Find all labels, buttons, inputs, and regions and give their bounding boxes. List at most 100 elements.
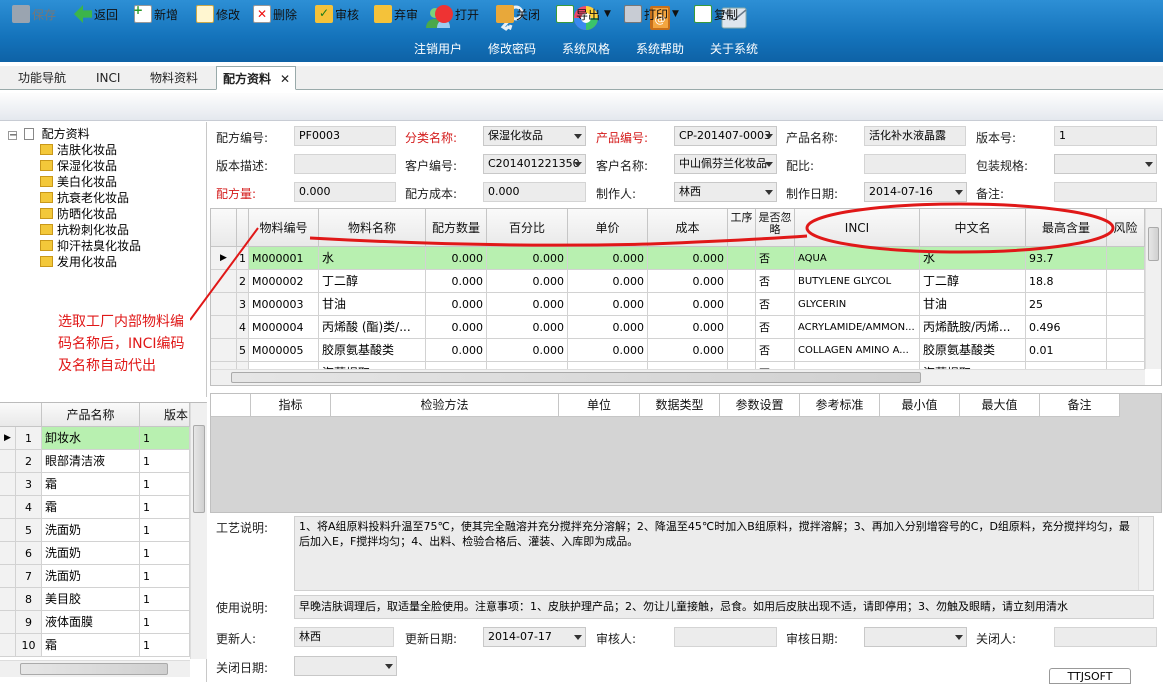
material-qty-cell[interactable]: 0.000 <box>426 247 487 270</box>
spec-dropdown-icon[interactable] <box>1145 162 1153 167</box>
inspection-header-4[interactable]: 数据类型 <box>640 394 720 417</box>
product-row[interactable]: 2 眼部清洁液 1 <box>0 450 190 473</box>
product-list-hscroll-thumb[interactable] <box>20 663 168 675</box>
material-max-cell[interactable]: 25 <box>1026 293 1107 316</box>
product-row[interactable]: 8 美目胶 1 <box>0 588 190 611</box>
product-name-cell[interactable]: 眼部清洁液 <box>42 450 140 473</box>
product-version-header[interactable]: 版本 <box>140 403 190 427</box>
product-name-cell[interactable]: 洗面奶 <box>42 519 140 542</box>
remark-field[interactable] <box>1054 182 1157 202</box>
audit-button[interactable]: ✓ 审核 <box>315 3 359 25</box>
tree-item[interactable]: 洁肤化妆品 <box>40 142 117 158</box>
customer-name-select[interactable]: 中山佩芬兰化妆品 <box>674 154 777 174</box>
customer-no-select[interactable]: C201401221350 <box>483 154 586 174</box>
material-inci-cell[interactable]: ACRYLAMIDE/AMMON... <box>795 316 920 339</box>
audit-date-dropdown-icon[interactable] <box>955 635 963 640</box>
updater-field[interactable]: 林西 <box>294 627 394 647</box>
category-dropdown-icon[interactable] <box>574 134 582 139</box>
maker-dropdown-icon[interactable] <box>765 190 773 195</box>
spec-select[interactable] <box>1054 154 1157 174</box>
product-version-cell[interactable]: 1 <box>140 634 190 657</box>
closer-field[interactable] <box>1054 627 1157 647</box>
material-proc-cell[interactable] <box>728 316 756 339</box>
material-price-cell[interactable]: 0.000 <box>568 270 648 293</box>
category-select[interactable]: 保湿化妆品 <box>483 126 586 146</box>
material-code-cell[interactable]: M000001 <box>249 247 319 270</box>
auditor-field[interactable] <box>674 627 777 647</box>
material-cn-cell[interactable]: 甘油 <box>920 293 1026 316</box>
tab-inci[interactable]: INCI <box>96 66 120 90</box>
close-date-dropdown-icon[interactable] <box>385 664 393 669</box>
audit-date-picker[interactable] <box>864 627 967 647</box>
material-proc-cell[interactable] <box>728 270 756 293</box>
product-name-field[interactable]: 活化补水液晶露 <box>864 126 966 146</box>
product-name-cell[interactable]: 液体面膜 <box>42 611 140 634</box>
material-grid-vscroll[interactable] <box>1145 209 1161 369</box>
product-version-cell[interactable]: 1 <box>140 588 190 611</box>
product-row[interactable]: 5 洗面奶 1 <box>0 519 190 542</box>
product-row[interactable]: 4 霜 1 <box>0 496 190 519</box>
product-list-hscroll[interactable] <box>0 660 190 677</box>
product-name-cell[interactable]: 霜 <box>42 634 140 657</box>
material-pct-cell[interactable]: 0.000 <box>487 293 568 316</box>
product-name-cell[interactable]: 卸妆水 <box>42 427 140 450</box>
tree-item[interactable]: 保湿化妆品 <box>40 158 117 174</box>
material-max-cell[interactable]: 93.7 <box>1026 247 1107 270</box>
material-qty-cell[interactable]: 0.000 <box>426 339 487 362</box>
close-button[interactable]: 关闭 <box>496 3 540 25</box>
material-pct-cell[interactable]: 0.000 <box>487 316 568 339</box>
product-version-cell[interactable]: 1 <box>140 496 190 519</box>
unaudit-button[interactable]: 弃审 <box>374 3 418 25</box>
material-header-cn[interactable]: 中文名 <box>920 209 1026 247</box>
usage-textarea[interactable]: 早晚洁肤调理后，取适量全脸使用。注意事项：1、皮肤护理产品；2、勿让儿童接触，忌… <box>294 595 1154 619</box>
material-ign-cell[interactable]: 否 <box>756 270 795 293</box>
product-version-cell[interactable]: 1 <box>140 565 190 588</box>
product-list-vscroll-thumb[interactable] <box>193 425 205 513</box>
material-max-cell[interactable]: 0.496 <box>1026 316 1107 339</box>
product-name-cell[interactable]: 霜 <box>42 496 140 519</box>
tree-item[interactable]: 美白化妆品 <box>40 174 117 190</box>
inspection-header-3[interactable]: 单位 <box>559 394 640 417</box>
material-cn-cell[interactable]: 丙烯酰胺/丙烯... <box>920 316 1026 339</box>
material-cost-cell[interactable]: 0.000 <box>648 339 728 362</box>
product-row[interactable]: ▶ 1 卸妆水 1 <box>0 427 190 450</box>
inspection-header-8[interactable]: 最大值 <box>960 394 1040 417</box>
material-pct-cell[interactable]: 0.000 <box>487 247 568 270</box>
product-version-cell[interactable]: 1 <box>140 519 190 542</box>
product-version-cell[interactable]: 1 <box>140 611 190 634</box>
material-ign-cell[interactable]: 否 <box>756 339 795 362</box>
material-code-cell[interactable]: M000003 <box>249 293 319 316</box>
ratio-field[interactable] <box>864 154 966 174</box>
material-price-cell[interactable]: 0.000 <box>568 339 648 362</box>
material-header-inci[interactable]: INCI <box>795 209 920 247</box>
product-row[interactable]: 3 霜 1 <box>0 473 190 496</box>
material-code-cell[interactable]: M000005 <box>249 339 319 362</box>
tab-function-nav[interactable]: 功能导航 <box>18 66 66 90</box>
tree-item[interactable]: 抗衰老化妆品 <box>40 190 129 206</box>
material-cn-cell[interactable]: 水 <box>920 247 1026 270</box>
product-no-dropdown-icon[interactable] <box>765 134 773 139</box>
tab-close-icon[interactable]: ✕ <box>280 67 290 91</box>
product-row[interactable]: 7 洗面奶 1 <box>0 565 190 588</box>
make-date-select[interactable]: 2014-07-16 <box>864 182 967 202</box>
material-pct-cell[interactable]: 0.000 <box>487 270 568 293</box>
material-header-pct[interactable]: 百分比 <box>487 209 568 247</box>
version-desc-field[interactable] <box>294 154 396 174</box>
product-version-cell[interactable]: 1 <box>140 427 190 450</box>
material-proc-cell[interactable] <box>728 339 756 362</box>
material-risk-cell[interactable] <box>1107 293 1145 316</box>
material-cn-cell[interactable]: 丁二醇 <box>920 270 1026 293</box>
inspection-header-7[interactable]: 最小值 <box>880 394 960 417</box>
material-code-cell[interactable]: M000002 <box>249 270 319 293</box>
material-proc-cell[interactable] <box>728 247 756 270</box>
material-inci-cell[interactable]: GLYCERIN <box>795 293 920 316</box>
copy-button[interactable]: 复制 <box>694 3 738 25</box>
product-name-header[interactable]: 产品名称 <box>42 403 140 427</box>
material-proc-cell[interactable] <box>728 293 756 316</box>
tab-material-info[interactable]: 物料资料 <box>150 66 198 90</box>
make-date-dropdown-icon[interactable] <box>955 190 963 195</box>
material-pct-cell[interactable]: 0.000 <box>487 339 568 362</box>
process-textarea[interactable]: 1、将A组原料投料升温至75℃，使其完全融溶并充分搅拌充分溶解；2、降温至45℃… <box>294 516 1154 591</box>
customer-no-dropdown-icon[interactable] <box>574 162 582 167</box>
delete-button[interactable]: ✕ 删除 <box>253 3 297 25</box>
